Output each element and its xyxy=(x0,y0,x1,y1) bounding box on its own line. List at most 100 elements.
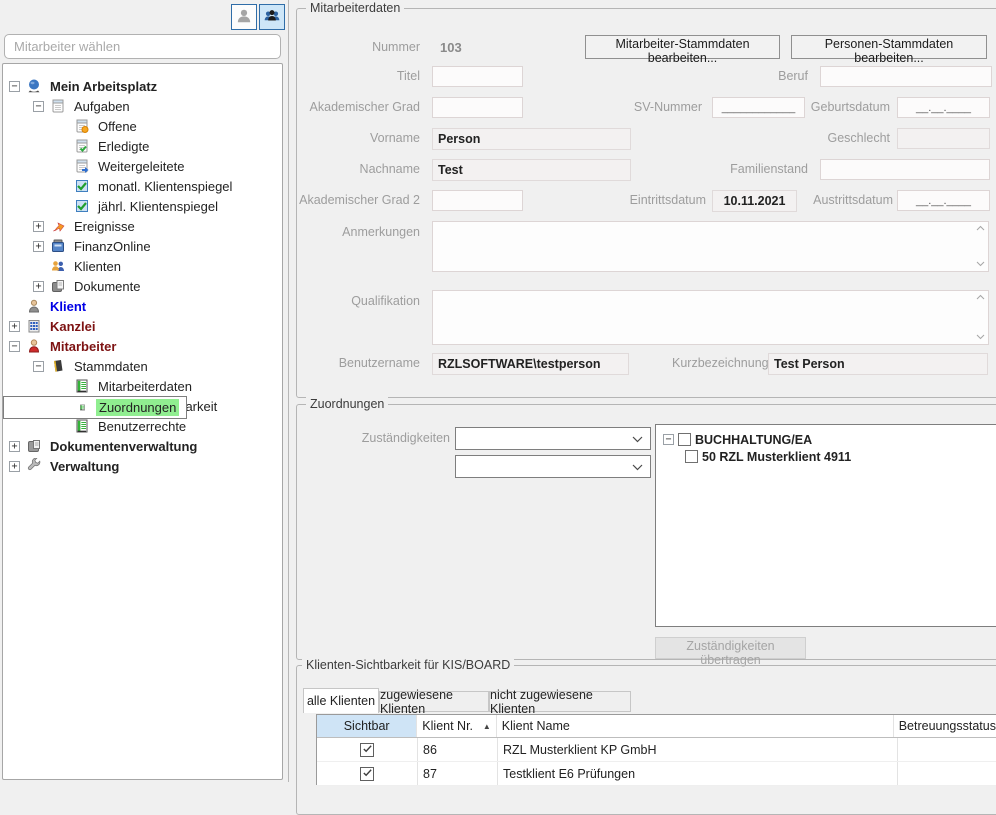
employee-group-button[interactable] xyxy=(259,4,285,30)
edit-person-master-button[interactable]: Personen-Stammdaten bearbeiten... xyxy=(791,35,987,59)
visibility-checkbox[interactable] xyxy=(360,743,374,757)
tree-item-benutzerrechte[interactable]: Benutzerrechte xyxy=(3,416,282,436)
assignment-group-row[interactable]: − BUCHHALTUNG/EA xyxy=(656,431,996,448)
kurzbezeichnung-input[interactable] xyxy=(768,353,988,375)
report-check-icon xyxy=(73,198,90,214)
expander-plus[interactable]: + xyxy=(33,241,44,252)
tree-item-j-hrl-klientenspiegel[interactable]: jährl. Klientenspiegel xyxy=(3,196,282,216)
tree-item-mein-arbeitsplatz[interactable]: −Mein Arbeitsplatz xyxy=(3,76,282,96)
expander-minus[interactable]: − xyxy=(663,434,674,445)
column-header-klient-name[interactable]: Klient Name xyxy=(497,715,894,737)
zustaendigkeit-select-2[interactable] xyxy=(455,455,651,478)
tree-item-klient[interactable]: Klient xyxy=(3,296,282,316)
panel-separator xyxy=(288,0,289,782)
chevron-up-icon[interactable] xyxy=(976,225,985,231)
tree-item-verwaltung[interactable]: + Verwaltung xyxy=(3,456,282,476)
benutzername-input[interactable] xyxy=(432,353,629,375)
kanzlei-icon xyxy=(25,318,42,334)
tree-item-label: Kanzlei xyxy=(47,318,99,335)
tree-item-label: monatl. Klientenspiegel xyxy=(95,178,235,195)
tree-item-label: jährl. Klientenspiegel xyxy=(95,198,221,215)
form-icon xyxy=(74,400,91,416)
beruf-input[interactable] xyxy=(820,66,992,87)
tree-item-label: Ereignisse xyxy=(71,218,138,235)
expander-minus[interactable]: − xyxy=(9,341,20,352)
klient-name-cell: RZL Musterklient KP GmbH xyxy=(498,738,898,761)
expander-plus[interactable]: + xyxy=(33,221,44,232)
tree-item-label: Benutzerrechte xyxy=(95,418,189,435)
expander-plus[interactable]: + xyxy=(9,461,20,472)
qualifikation-textarea[interactable] xyxy=(432,290,989,345)
zustaendigkeit-select-1[interactable] xyxy=(455,427,651,450)
tab-nicht-zugewiesene-klienten[interactable]: nicht zugewiesene Klienten xyxy=(489,691,631,712)
tree-item-erledigte[interactable]: Erledigte xyxy=(3,136,282,156)
sv-nummer-input[interactable] xyxy=(712,97,805,118)
column-header-klient-nr[interactable]: Klient Nr. ▲ xyxy=(417,715,496,737)
expander-spacer xyxy=(57,141,68,152)
tree-item-finanzonline[interactable]: +FinanzOnline xyxy=(3,236,282,256)
akad-grad-input[interactable] xyxy=(432,97,523,118)
tree-item-label: Offene xyxy=(95,118,140,135)
chevron-up-icon[interactable] xyxy=(976,294,985,300)
expander-spacer xyxy=(57,421,68,432)
expander-plus[interactable]: + xyxy=(33,281,44,292)
geburtsdatum-input[interactable] xyxy=(897,97,990,118)
expander-minus[interactable]: − xyxy=(33,361,44,372)
tree-item-offene[interactable]: Offene xyxy=(3,116,282,136)
geschlecht-input[interactable] xyxy=(897,128,990,149)
expander-spacer xyxy=(57,121,68,132)
tree-item-mitarbeiter[interactable]: − Mitarbeiter xyxy=(3,336,282,356)
eintrittsdatum-label: Eintrittsdatum xyxy=(618,193,706,207)
tree-item-dokumente[interactable]: +Dokumente xyxy=(3,276,282,296)
akad-grad2-label: Akademischer Grad 2 xyxy=(290,193,420,207)
tree-item-klienten[interactable]: Klienten xyxy=(3,256,282,276)
klienten-sichtbarkeit-title: Klienten-Sichtbarkeit für KIS/BOARD xyxy=(302,658,514,672)
table-row[interactable]: 86 RZL Musterklient KP GmbH xyxy=(317,738,996,762)
anmerkungen-textarea[interactable] xyxy=(432,221,989,272)
column-header-betreuungsstatus[interactable]: Betreuungsstatus xyxy=(894,715,996,737)
austrittsdatum-input[interactable] xyxy=(897,190,990,211)
chevron-down-icon[interactable] xyxy=(976,334,985,340)
expander-plus[interactable]: + xyxy=(9,441,20,452)
beruf-label: Beruf xyxy=(728,69,808,83)
tree-item-aufgaben[interactable]: −Aufgaben xyxy=(3,96,282,116)
transfer-responsibilities-button[interactable]: Zuständigkeiten übertragen xyxy=(655,637,806,659)
nachname-input[interactable] xyxy=(432,159,631,181)
wrench-icon xyxy=(25,458,42,474)
expander-plus[interactable]: + xyxy=(9,321,20,332)
tree-item-ereignisse[interactable]: + Ereignisse xyxy=(3,216,282,236)
tree-item-zuordnungen[interactable]: Zuordnungen xyxy=(3,396,187,419)
tree-item-label: Mitarbeiter xyxy=(47,338,119,355)
tree-item-dokumentenverwaltung[interactable]: + Dokumentenverwaltung xyxy=(3,436,282,456)
report-check-icon xyxy=(73,178,90,194)
assignment-client-checkbox[interactable] xyxy=(685,450,698,463)
tree-item-weitergeleitete[interactable]: Weitergeleitete xyxy=(3,156,282,176)
employee-search-input[interactable] xyxy=(4,34,281,59)
assignment-client-row[interactable]: 50 RZL Musterklient 4911 xyxy=(656,448,996,465)
tree-item-stammdaten[interactable]: −Stammdaten xyxy=(3,356,282,376)
single-person-button[interactable] xyxy=(231,4,257,30)
familienstand-input[interactable] xyxy=(820,159,990,180)
tree-item-label: Verwaltung xyxy=(47,458,122,475)
visibility-checkbox[interactable] xyxy=(360,767,374,781)
client-icon xyxy=(25,298,42,314)
nummer-value: 103 xyxy=(440,40,462,55)
eintrittsdatum-input[interactable] xyxy=(712,190,797,212)
akad-grad2-input[interactable] xyxy=(432,190,523,211)
tab-zugewiesene-klienten[interactable]: zugewiesene Klienten xyxy=(379,691,489,712)
table-row[interactable]: 87 Testklient E6 Prüfungen xyxy=(317,762,996,786)
tree-item-monatl-klientenspiegel[interactable]: monatl. Klientenspiegel xyxy=(3,176,282,196)
vorname-input[interactable] xyxy=(432,128,631,150)
chevron-down-icon[interactable] xyxy=(976,261,985,267)
assignment-group-checkbox[interactable] xyxy=(678,433,691,446)
tab-alle-klienten[interactable]: alle Klienten xyxy=(303,688,379,713)
titel-input[interactable] xyxy=(432,66,523,87)
expander-minus[interactable]: − xyxy=(33,101,44,112)
tree-item-mitarbeiterdaten[interactable]: Mitarbeiterdaten xyxy=(3,376,282,396)
tree-item-kanzlei[interactable]: + Kanzlei xyxy=(3,316,282,336)
column-header-sichtbar[interactable]: Sichtbar xyxy=(317,715,417,737)
tree-item-label: Dokumentenverwaltung xyxy=(47,438,200,455)
expander-spacer xyxy=(33,261,44,272)
edit-employee-master-button[interactable]: Mitarbeiter-Stammdaten bearbeiten... xyxy=(585,35,780,59)
expander-minus[interactable]: − xyxy=(9,81,20,92)
